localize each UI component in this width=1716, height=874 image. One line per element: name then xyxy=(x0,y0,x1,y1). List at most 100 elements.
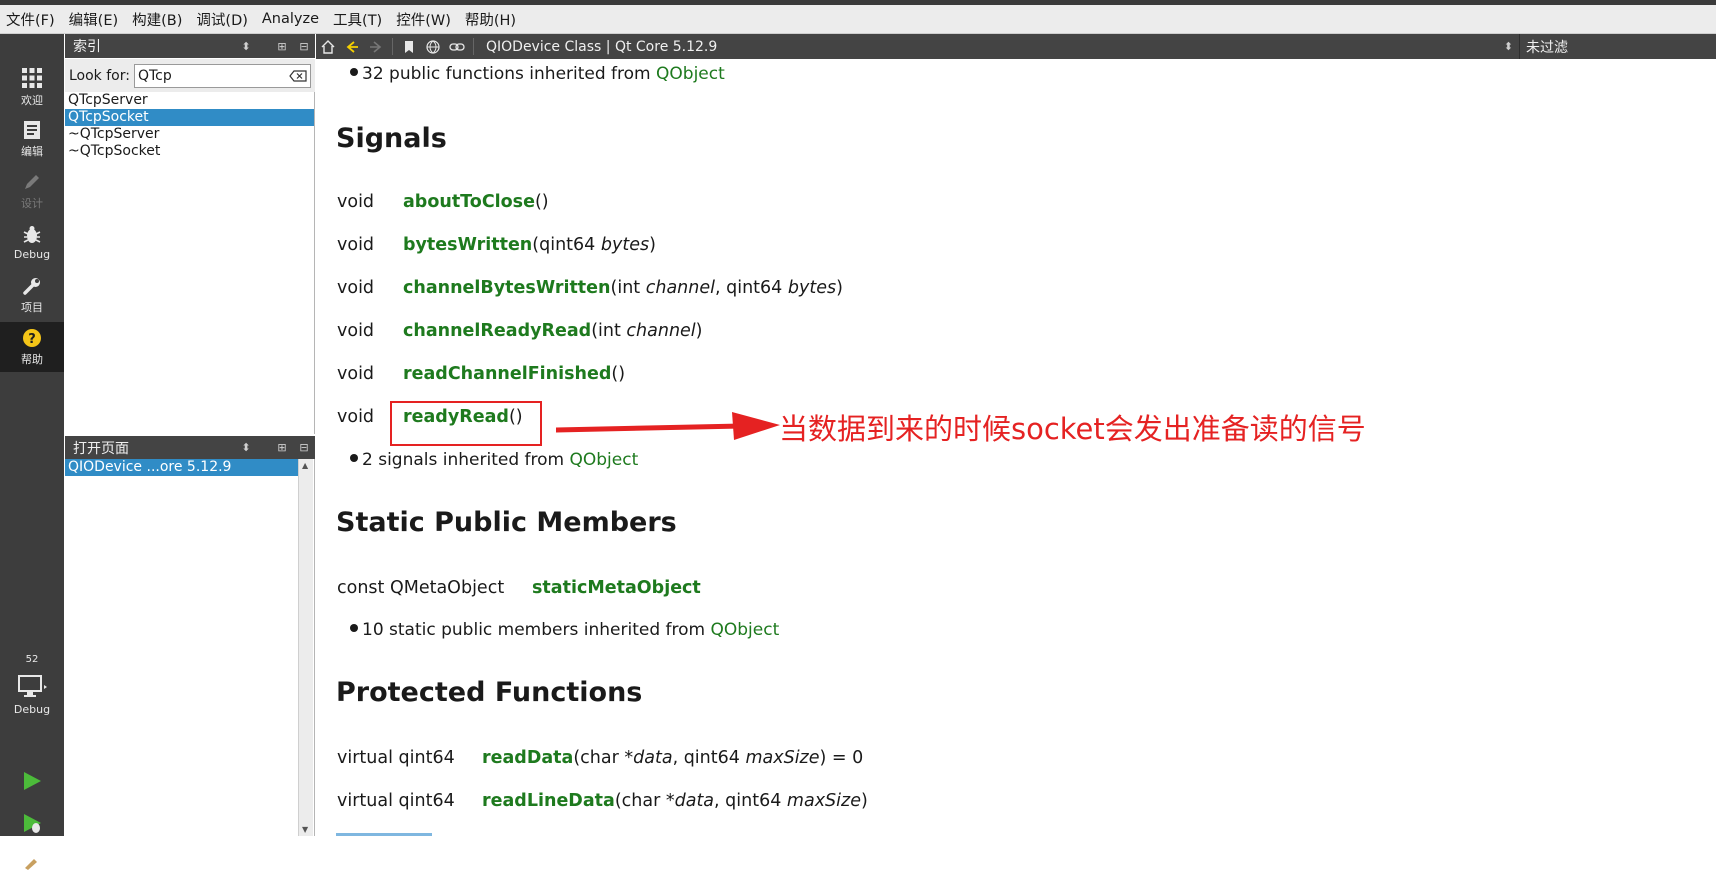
function-args: ) xyxy=(860,791,868,811)
index-pane-title: 索引 xyxy=(73,39,101,55)
mode-label: Debug xyxy=(13,248,51,261)
return-type: void xyxy=(337,235,375,255)
signal-args: , qint64 xyxy=(714,278,788,298)
menu-widgets[interactable]: 控件(W) xyxy=(389,9,458,30)
inherited-static-item: 10 static public members inherited from … xyxy=(350,620,779,640)
scroll-down-icon[interactable]: ▼ xyxy=(302,825,308,834)
index-item-qtcpsocket-destructor[interactable]: ~QTcpSocket xyxy=(65,143,314,160)
index-item-qtcpserver[interactable]: QTcpServer xyxy=(65,92,314,109)
play-icon xyxy=(24,771,41,790)
open-page-item[interactable]: QIODevice ...ore 5.12.9 xyxy=(65,459,299,476)
mode-label: 编辑 xyxy=(21,144,43,158)
svg-text:?: ? xyxy=(28,332,36,347)
signal-bytes-written-link[interactable]: bytesWritten xyxy=(403,235,532,255)
function-args: , qint64 xyxy=(714,791,787,811)
pencil-icon xyxy=(25,174,39,189)
scroll-up-icon[interactable]: ▲ xyxy=(302,461,308,470)
mode-label: 欢迎 xyxy=(21,93,43,107)
back-arrow-icon xyxy=(346,40,358,53)
qobject-link[interactable]: QObject xyxy=(570,450,639,470)
static-meta-object-link[interactable]: staticMetaObject xyxy=(532,578,701,598)
function-args: (char * xyxy=(614,791,675,811)
look-for-bar: Look for: QTcp xyxy=(65,59,315,92)
qobject-link[interactable]: QObject xyxy=(710,620,779,640)
look-for-label: Look for: xyxy=(69,67,130,84)
index-item-qtcpsocket[interactable]: QTcpSocket xyxy=(65,109,314,126)
home-button[interactable] xyxy=(316,34,340,59)
monitor-icon xyxy=(18,675,47,697)
bookmark-button[interactable] xyxy=(397,34,421,59)
home-icon xyxy=(321,39,335,54)
index-item-qtcpserver-destructor[interactable]: ~QTcpServer xyxy=(65,126,314,143)
index-list: QTcpServer QTcpSocket ~QTcpServer ~QTcpS… xyxy=(65,92,315,434)
param-name: bytes xyxy=(787,278,837,298)
pane-switch-icon[interactable]: ⬍ xyxy=(235,441,257,454)
close-pane-icon[interactable]: ⊟ xyxy=(293,40,315,53)
inherited-signals-item: 2 signals inherited from QObject xyxy=(350,450,638,470)
return-type: const QMetaObject xyxy=(337,578,505,598)
return-type: virtual qint64 xyxy=(337,748,455,768)
debug-run-button[interactable] xyxy=(0,804,64,844)
signal-about-to-close-link[interactable]: aboutToClose xyxy=(403,192,535,212)
build-hammer-icon[interactable] xyxy=(22,854,42,870)
toolbar-separator xyxy=(1519,34,1520,59)
clear-text-icon[interactable] xyxy=(289,69,307,82)
kit-selector[interactable]: Debug xyxy=(0,670,64,720)
split-pane-icon[interactable]: ⊞ xyxy=(271,40,293,53)
mode-design[interactable]: 设计 xyxy=(0,166,64,216)
param-name: channel xyxy=(645,278,715,298)
document-icon xyxy=(24,120,40,139)
menu-build[interactable]: 构建(B) xyxy=(125,9,189,30)
return-type: void xyxy=(337,278,375,298)
return-type: void xyxy=(337,407,375,427)
toolbar-separator xyxy=(473,38,474,55)
inherited-text: 32 public functions inherited from xyxy=(362,64,657,84)
index-pane-header: 索引 ⬍ ⊞ ⊟ xyxy=(65,34,315,58)
menu-analyze[interactable]: Analyze xyxy=(255,11,326,27)
static-members-heading: Static Public Members xyxy=(336,507,677,538)
run-button[interactable] xyxy=(0,762,64,802)
help-icon: ? xyxy=(23,328,41,347)
signal-args: ) xyxy=(695,321,703,341)
filter-selector[interactable]: ⬍ 未过滤 xyxy=(1504,34,1716,59)
bug-icon xyxy=(23,226,41,243)
kit-number: 52 xyxy=(25,654,39,665)
index-search-input[interactable]: QTcp xyxy=(133,63,311,88)
open-pages-scrollbar[interactable]: ▲ ▼ xyxy=(298,459,313,836)
menu-file[interactable]: 文件(F) xyxy=(0,9,62,30)
menu-help[interactable]: 帮助(H) xyxy=(458,9,523,30)
function-args: (char * xyxy=(573,748,634,768)
qobject-link[interactable]: QObject xyxy=(656,64,725,84)
inherited-text: 10 static public members inherited from xyxy=(362,620,711,640)
mode-welcome[interactable]: 欢迎 xyxy=(0,62,64,112)
mode-projects[interactable]: 项目 xyxy=(0,270,64,320)
menu-edit[interactable]: 编辑(E) xyxy=(62,9,125,30)
open-online-button[interactable] xyxy=(421,34,445,59)
function-args: ) = 0 xyxy=(819,748,864,768)
return-type: void xyxy=(337,321,375,341)
inherited-text: 2 signals inherited from xyxy=(362,450,570,470)
filter-dropdown-icon[interactable]: ⬍ xyxy=(1504,40,1513,53)
signal-channel-ready-read-link[interactable]: channelReadyRead xyxy=(403,321,591,341)
param-name: channel xyxy=(626,321,696,341)
return-type: virtual qint64 xyxy=(337,791,455,811)
sync-toc-button[interactable] xyxy=(445,34,469,59)
mode-debug[interactable]: Debug xyxy=(0,218,64,268)
menu-tools[interactable]: 工具(T) xyxy=(326,9,389,30)
back-button[interactable] xyxy=(340,34,364,59)
param-name: maxSize xyxy=(745,748,820,768)
pane-switch-icon[interactable]: ⬍ xyxy=(235,40,257,53)
param-name: maxSize xyxy=(786,791,861,811)
mode-sidebar: 欢迎 编辑 设计 Debug 项目 ? 帮助 52 Debug xyxy=(0,34,64,870)
wrench-icon xyxy=(23,277,40,295)
signal-read-channel-finished-link[interactable]: readChannelFinished xyxy=(403,364,611,384)
menu-debug[interactable]: 调试(D) xyxy=(189,9,254,30)
read-data-link[interactable]: readData xyxy=(482,748,573,768)
forward-button[interactable] xyxy=(364,34,388,59)
close-pane-icon[interactable]: ⊟ xyxy=(293,441,315,454)
read-line-data-link[interactable]: readLineData xyxy=(482,791,615,811)
mode-help[interactable]: ? 帮助 xyxy=(0,322,64,372)
split-pane-icon[interactable]: ⊞ xyxy=(271,441,293,454)
signal-channel-bytes-written-link[interactable]: channelBytesWritten xyxy=(403,278,611,298)
mode-edit[interactable]: 编辑 xyxy=(0,114,64,164)
